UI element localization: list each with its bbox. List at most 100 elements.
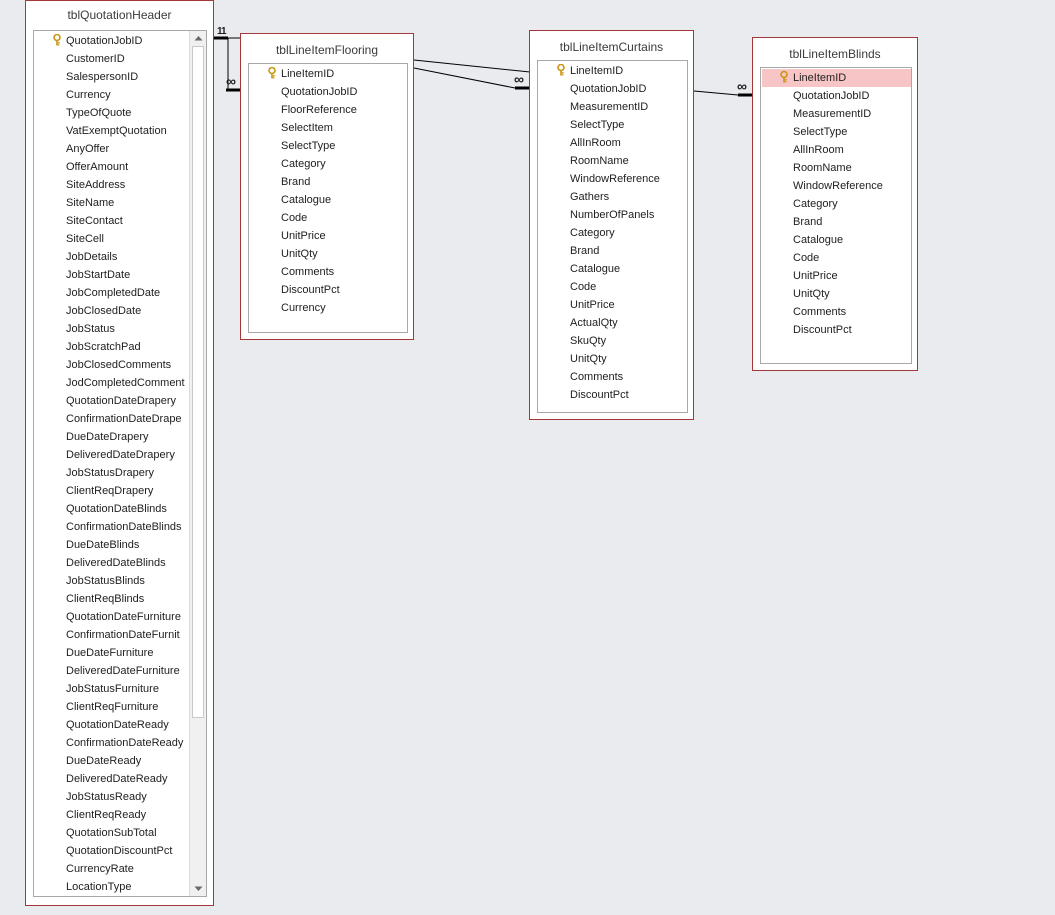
table-field[interactable]: VatExemptQuotation — [35, 122, 190, 140]
table-field[interactable]: DeliveredDateFurniture — [35, 662, 190, 680]
table-title[interactable]: tblQuotationHeader — [26, 8, 213, 22]
table-field[interactable]: QuotationDateDrapery — [35, 392, 190, 410]
primary-key-field[interactable]: QuotationJobID — [35, 32, 190, 50]
table-field[interactable]: ClientReqReady — [35, 806, 190, 824]
table-title[interactable]: tblLineItemCurtains — [530, 40, 693, 54]
table-field[interactable]: SkuQty — [539, 332, 687, 350]
table-field[interactable]: RoomName — [539, 152, 687, 170]
primary-key-field[interactable]: LineItemID — [250, 65, 407, 83]
table-field[interactable]: SelectType — [539, 116, 687, 134]
table-title[interactable]: tblLineItemBlinds — [753, 47, 917, 61]
table-field[interactable]: Brand — [539, 242, 687, 260]
chevron-up-icon[interactable] — [190, 31, 206, 45]
table-field[interactable]: SelectType — [250, 137, 407, 155]
table-line-item-flooring[interactable]: tblLineItemFlooring LineItemID QuotationJ… — [240, 33, 414, 340]
table-line-item-blinds[interactable]: tblLineItemBlinds LineItemID QuotationJob… — [752, 37, 918, 371]
table-field[interactable]: UnitPrice — [250, 227, 407, 245]
chevron-down-icon[interactable] — [190, 882, 206, 896]
table-field[interactable]: WindowReference — [539, 170, 687, 188]
table-field[interactable]: Comments — [250, 263, 407, 281]
table-field[interactable]: WindowReference — [762, 177, 911, 195]
table-field[interactable]: JobClosedDate — [35, 302, 190, 320]
table-field[interactable]: JobStatus — [35, 320, 190, 338]
table-field[interactable]: Catalogue — [539, 260, 687, 278]
table-field[interactable]: QuotationJobID — [762, 87, 911, 105]
table-field[interactable]: Category — [250, 155, 407, 173]
table-field[interactable]: DueDateBlinds — [35, 536, 190, 554]
table-field[interactable]: Currency — [35, 86, 190, 104]
table-field[interactable]: ConfirmationDateFurnit — [35, 626, 190, 644]
table-field[interactable]: NumberOfPanels — [539, 206, 687, 224]
scroll-thumb[interactable] — [192, 46, 204, 718]
table-field[interactable]: SiteName — [35, 194, 190, 212]
table-field[interactable]: JobScratchPad — [35, 338, 190, 356]
table-field[interactable]: QuotationJobID — [539, 80, 687, 98]
table-field[interactable]: UnitPrice — [539, 296, 687, 314]
table-field[interactable]: ClientReqFurniture — [35, 698, 190, 716]
table-field[interactable]: QuotationSubTotal — [35, 824, 190, 842]
table-field[interactable]: DiscountPct — [539, 386, 687, 404]
table-field[interactable]: LocationType — [35, 878, 190, 896]
table-field[interactable]: Catalogue — [250, 191, 407, 209]
table-field[interactable]: OfferAmount — [35, 158, 190, 176]
table-field[interactable]: JobClosedComments — [35, 356, 190, 374]
table-field[interactable]: ClientReqDrapery — [35, 482, 190, 500]
table-field[interactable]: RoomName — [762, 159, 911, 177]
table-field[interactable]: QuotationJobID — [250, 83, 407, 101]
table-field[interactable]: QuotationDiscountPct — [35, 842, 190, 860]
table-field[interactable]: DueDateDrapery — [35, 428, 190, 446]
table-field[interactable]: Catalogue — [762, 231, 911, 249]
table-field[interactable]: DueDateReady — [35, 752, 190, 770]
table-field[interactable]: JobStatusReady — [35, 788, 190, 806]
table-field[interactable]: UnitQty — [539, 350, 687, 368]
table-field[interactable]: JodCompletedComment — [35, 374, 190, 392]
table-field[interactable]: Category — [539, 224, 687, 242]
table-field[interactable]: ConfirmationDateDrape — [35, 410, 190, 428]
table-field[interactable]: AllInRoom — [539, 134, 687, 152]
table-field[interactable]: JobCompletedDate — [35, 284, 190, 302]
table-field[interactable]: JobStatusBlinds — [35, 572, 190, 590]
table-field[interactable]: Comments — [539, 368, 687, 386]
table-field[interactable]: ConfirmationDateBlinds — [35, 518, 190, 536]
table-field[interactable]: DiscountPct — [762, 321, 911, 339]
table-field[interactable]: JobStartDate — [35, 266, 190, 284]
table-field[interactable]: QuotationDateReady — [35, 716, 190, 734]
table-field[interactable]: Gathers — [539, 188, 687, 206]
table-field[interactable]: JobStatusDrapery — [35, 464, 190, 482]
table-field[interactable]: Code — [539, 278, 687, 296]
table-field[interactable]: SiteCell — [35, 230, 190, 248]
table-field[interactable]: SelectType — [762, 123, 911, 141]
primary-key-field[interactable]: LineItemID — [762, 69, 911, 87]
table-field[interactable]: MeasurementID — [539, 98, 687, 116]
table-field[interactable]: AllInRoom — [762, 141, 911, 159]
table-field[interactable]: Brand — [762, 213, 911, 231]
table-field[interactable]: ConfirmationDateReady — [35, 734, 190, 752]
primary-key-field[interactable]: LineItemID — [539, 62, 687, 80]
table-field[interactable]: FloorReference — [250, 101, 407, 119]
table-line-item-curtains[interactable]: tblLineItemCurtains LineItemID QuotationJ… — [529, 30, 694, 420]
table-field[interactable]: Comments — [762, 303, 911, 321]
table-field[interactable]: ClientReqBlinds — [35, 590, 190, 608]
table-field[interactable]: AnyOffer — [35, 140, 190, 158]
table-field[interactable]: Category — [762, 195, 911, 213]
table-field[interactable]: SalespersonID — [35, 68, 190, 86]
vertical-scrollbar[interactable] — [189, 31, 206, 896]
table-field[interactable]: DeliveredDateDrapery — [35, 446, 190, 464]
table-field[interactable]: TypeOfQuote — [35, 104, 190, 122]
table-quotation-header[interactable]: tblQuotationHeader QuotationJobID Custome… — [25, 0, 214, 906]
table-field[interactable]: Currency — [250, 299, 407, 317]
table-field[interactable]: JobDetails — [35, 248, 190, 266]
table-field[interactable]: Code — [250, 209, 407, 227]
table-field[interactable]: JobStatusFurniture — [35, 680, 190, 698]
table-field[interactable]: DeliveredDateBlinds — [35, 554, 190, 572]
table-field[interactable]: ActualQty — [539, 314, 687, 332]
table-field[interactable]: DueDateFurniture — [35, 644, 190, 662]
table-field[interactable]: DeliveredDateReady — [35, 770, 190, 788]
table-field[interactable]: QuotationDateBlinds — [35, 500, 190, 518]
table-field[interactable]: SelectItem — [250, 119, 407, 137]
table-field[interactable]: Code — [762, 249, 911, 267]
table-field[interactable]: QuotationDateFurniture — [35, 608, 190, 626]
table-field[interactable]: Brand — [250, 173, 407, 191]
table-field[interactable]: CurrencyRate — [35, 860, 190, 878]
table-field[interactable]: UnitQty — [250, 245, 407, 263]
